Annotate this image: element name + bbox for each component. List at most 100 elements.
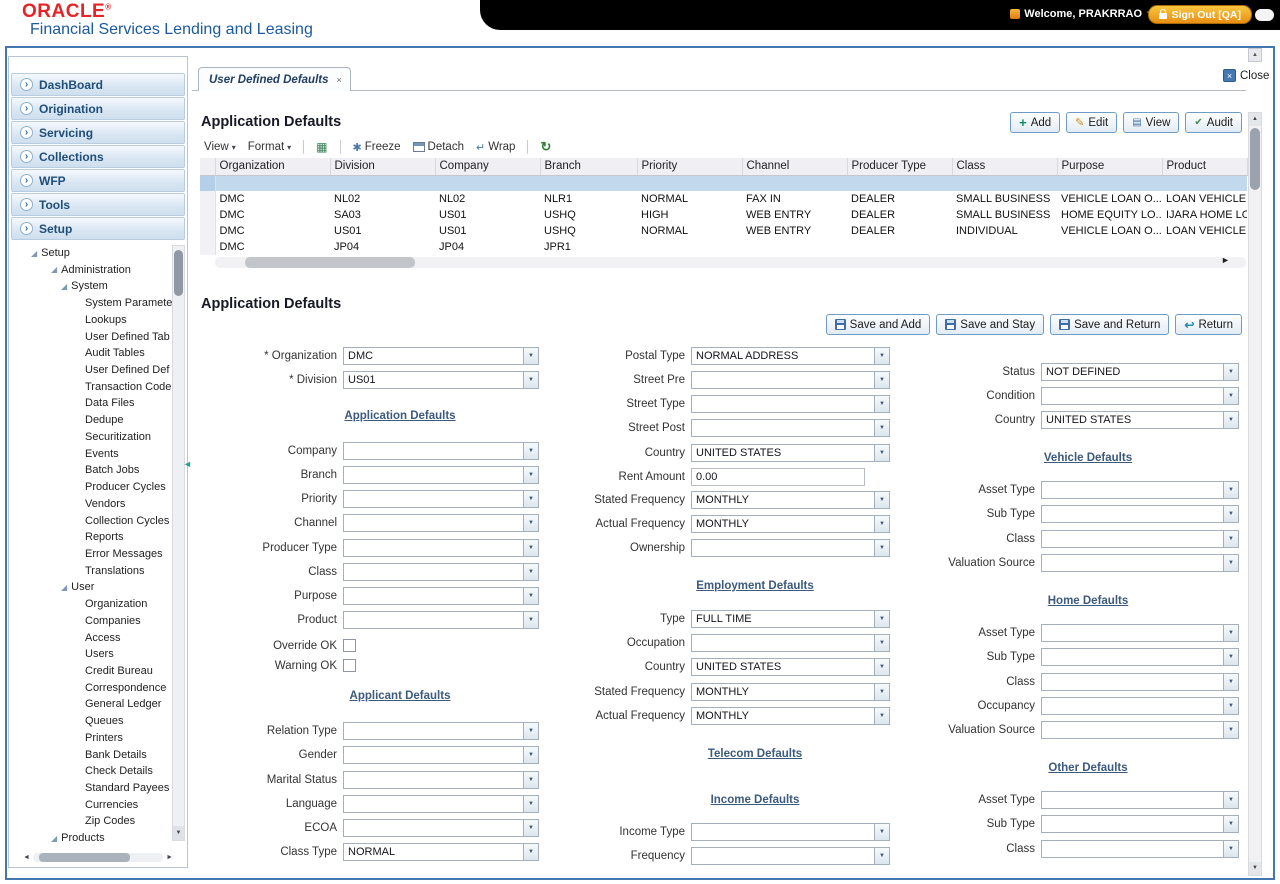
tree-item-user-defined-def[interactable]: User Defined Def [85,362,169,378]
dropdown-arrow-icon[interactable]: ▼ [523,772,538,788]
scrollbar-thumb[interactable] [245,257,415,268]
class-select[interactable]: ▼ [1041,530,1239,548]
tree-item-securitization[interactable]: Securitization [85,429,151,445]
audit-button[interactable]: ✔ Audit [1185,112,1242,133]
condition-select[interactable]: ▼ [1041,387,1239,405]
country-select[interactable]: UNITED STATES▼ [691,658,890,676]
freeze-button[interactable]: ✱ Freeze [353,141,401,154]
tree-item-users[interactable]: Users [85,646,114,662]
dropdown-arrow-icon[interactable]: ▼ [874,420,889,436]
tree-item-administration[interactable]: ◢Administration [51,262,131,278]
rent-amount-input[interactable]: 0.00 [691,468,865,486]
dropdown-arrow-icon[interactable]: ▼ [874,684,889,700]
tree-item-producer-cycles[interactable]: Producer Cycles [85,479,166,495]
asset-type-select[interactable]: ▼ [1041,791,1239,809]
tree-item-setup[interactable]: ◢Setup [31,245,70,261]
tree-item-system[interactable]: ◢System [61,278,108,294]
dropdown-arrow-icon[interactable]: ▼ [523,844,538,860]
grid-column-header-company[interactable]: Company [435,158,540,175]
edit-button[interactable]: ✎ Edit [1066,112,1117,133]
tree-item-general-ledger[interactable]: General Ledger [85,696,161,712]
purpose-select[interactable]: ▼ [343,587,539,605]
dropdown-arrow-icon[interactable]: ▼ [874,445,889,461]
dropdown-arrow-icon[interactable]: ▼ [1223,792,1238,808]
asset-type-select[interactable]: ▼ [1041,624,1239,642]
content-scroll-up-arrow[interactable]: ▲ [1248,48,1262,62]
export-button[interactable]: ▦ [316,140,327,154]
type-select[interactable]: FULL TIME▼ [691,610,890,628]
marital-status-select[interactable]: ▼ [343,771,539,789]
dropdown-arrow-icon[interactable]: ▼ [874,824,889,840]
sidebar-collapse-handle[interactable]: ◄ [183,455,193,473]
add-button[interactable]: + Add [1010,112,1060,133]
dropdown-arrow-icon[interactable]: ▼ [1223,674,1238,690]
row-selector-cell[interactable] [200,175,215,191]
tab-user-defined-defaults[interactable]: User Defined Defaults × [198,67,351,91]
dropdown-arrow-icon[interactable]: ▼ [874,848,889,864]
valuation-source-select[interactable]: ▼ [1041,721,1239,739]
tree-item-standard-payees[interactable]: Standard Payees [85,780,169,796]
dropdown-arrow-icon[interactable]: ▼ [1223,816,1238,832]
postal-type-select[interactable]: NORMAL ADDRESS▼ [691,347,890,365]
street-post-select[interactable]: ▼ [691,419,890,437]
relation-type-select[interactable]: ▼ [343,722,539,740]
sub-type-select[interactable]: ▼ [1041,505,1239,523]
grid-row-3[interactable]: DMCUS01US01USHQNORMALWEB ENTRYDEALERINDI… [200,223,1247,239]
scroll-up-arrow[interactable]: ▲ [1249,113,1261,126]
detach-button[interactable]: Detach [413,141,464,153]
save-and-stay-button[interactable]: Save and Stay [936,314,1044,335]
grid-row-1[interactable]: DMCNL02NL02NLR1NORMALFAX INDEALERSMALL B… [200,191,1247,207]
dropdown-arrow-icon[interactable]: ▼ [523,820,538,836]
return-button[interactable]: ↩ Return [1175,314,1242,335]
format-menu-button[interactable]: Format ▾ [248,141,291,153]
row-selector-cell[interactable] [200,207,215,223]
dropdown-arrow-icon[interactable]: ▼ [523,467,538,483]
scrollbar-thumb[interactable] [174,250,183,296]
branch-select[interactable]: ▼ [343,466,539,484]
grid-column-header-branch[interactable]: Branch [540,158,637,175]
tree-item-reports[interactable]: Reports [85,529,124,545]
dropdown-arrow-icon[interactable]: ▼ [523,588,538,604]
status-select[interactable]: NOT DEFINED▼ [1041,363,1239,381]
tree-item-data-files[interactable]: Data Files [85,395,135,411]
tree-item-audit-tables[interactable]: Audit Tables [85,345,145,361]
tree-item-user-defined-tab[interactable]: User Defined Tab [85,329,170,345]
tree-item-system-paramete[interactable]: System Paramete [85,295,172,311]
view-menu-button[interactable]: View ▾ [204,141,236,153]
tree-item-bank-details[interactable]: Bank Details [85,747,147,763]
class-select[interactable]: ▼ [1041,673,1239,691]
tree-item-dedupe[interactable]: Dedupe [85,412,124,428]
wrap-button[interactable]: ↵ Wrap [476,141,516,154]
ecoa-select[interactable]: ▼ [343,819,539,837]
tree-horizontal-scrollbar[interactable]: ◄ ► [23,851,173,864]
dropdown-arrow-icon[interactable]: ▼ [874,540,889,556]
tree-item-lookups[interactable]: Lookups [85,312,127,328]
tree-item-translations[interactable]: Translations [85,563,145,579]
dropdown-arrow-icon[interactable]: ▼ [1223,412,1238,428]
dropdown-arrow-icon[interactable]: ▼ [1223,364,1238,380]
scrollbar-track[interactable] [33,853,163,862]
tree-item-collection-cycles[interactable]: Collection Cycles [85,513,169,529]
occupancy-select[interactable]: ▼ [1041,697,1239,715]
gender-select[interactable]: ▼ [343,746,539,764]
dropdown-arrow-icon[interactable]: ▼ [523,443,538,459]
class-select[interactable]: ▼ [1041,840,1239,858]
scrollbar-thumb[interactable] [39,853,130,862]
tree-item-access[interactable]: Access [85,630,120,646]
priority-select[interactable]: ▼ [343,490,539,508]
hscroll-right-arrow[interactable]: ► [1221,255,1230,265]
welcome-user-menu[interactable]: Welcome, PRAKRRAO ▼ [1010,8,1152,20]
tree-item-products[interactable]: ◢Products [51,830,105,846]
valuation-source-select[interactable]: ▼ [1041,554,1239,572]
tab-close-icon[interactable]: × [337,75,342,85]
channel-select[interactable]: ▼ [343,514,539,532]
dropdown-arrow-icon[interactable]: ▼ [1223,649,1238,665]
scroll-left-arrow[interactable]: ◄ [23,854,30,861]
view-button[interactable]: ▤ View [1123,112,1179,133]
dropdown-arrow-icon[interactable]: ▼ [1223,388,1238,404]
grid-column-header-product[interactable]: Product [1162,158,1247,175]
dropdown-arrow-icon[interactable]: ▼ [874,635,889,651]
sub-type-select[interactable]: ▼ [1041,648,1239,666]
tree-item-currencies[interactable]: Currencies [85,797,138,813]
dropdown-arrow-icon[interactable]: ▼ [523,491,538,507]
